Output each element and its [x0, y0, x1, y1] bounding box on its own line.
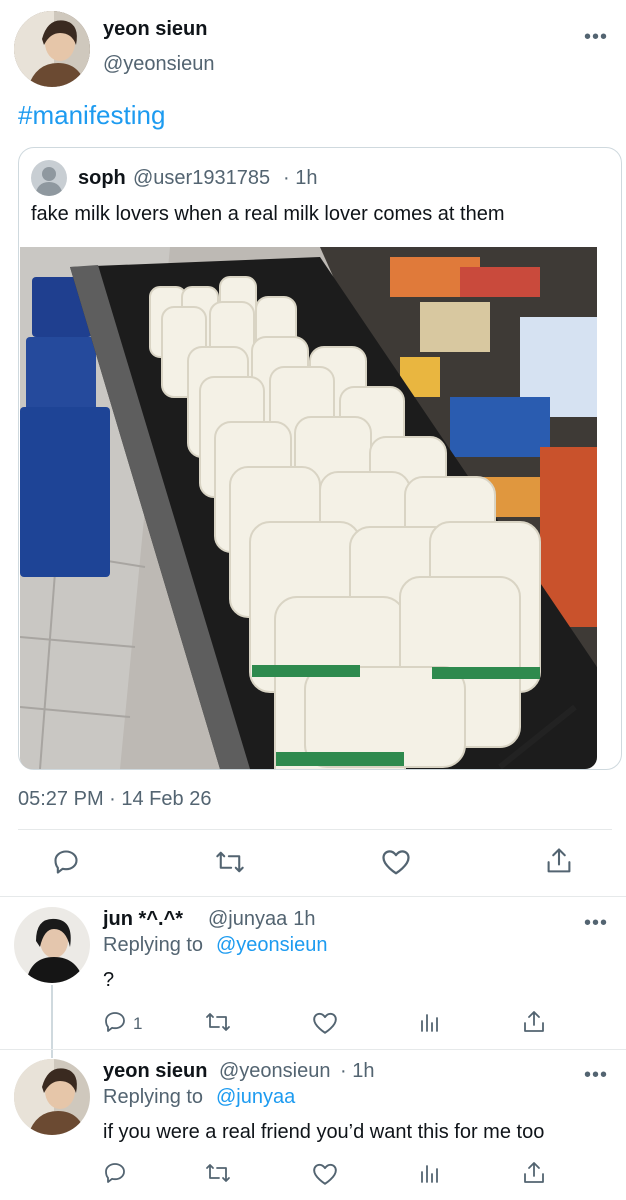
reply-handle[interactable]: @junyaa	[208, 908, 287, 931]
reply-text: ?	[103, 969, 115, 991]
quoted-text: fake milk lovers when a real milk lover …	[31, 203, 505, 225]
divider	[0, 1049, 626, 1050]
more-options-icon[interactable]: •••	[584, 913, 608, 933]
quoted-default-avatar	[31, 160, 67, 196]
reply-text: if you were a real friend you’d want thi…	[103, 1121, 545, 1143]
quoted-display-name: soph	[78, 167, 126, 189]
quoted-tweet-card[interactable]: soph @user1931785 · 1h fake milk lovers …	[18, 147, 622, 770]
reply-display-name[interactable]: jun *^.^*	[103, 908, 183, 931]
replying-to-label: Replying to	[103, 1086, 204, 1108]
share-icon[interactable]	[522, 1009, 546, 1035]
replying-to-link[interactable]: @yeonsieun	[216, 934, 327, 957]
reply-count: 1	[133, 1014, 143, 1033]
like-icon[interactable]	[381, 848, 411, 876]
retweet-icon[interactable]	[205, 1010, 231, 1034]
retweet-icon[interactable]	[205, 1161, 231, 1185]
replying-to-link[interactable]: @junyaa	[216, 1086, 295, 1109]
reply-avatar[interactable]	[14, 1059, 90, 1135]
share-icon[interactable]	[522, 1160, 546, 1186]
more-options-icon[interactable]: •••	[584, 1065, 608, 1085]
reply-icon[interactable]	[103, 1161, 127, 1185]
retweet-icon[interactable]	[215, 848, 245, 876]
quoted-handle: @user1931785	[133, 167, 271, 189]
reply-display-name[interactable]: yeon sieun	[103, 1060, 207, 1083]
reply-time: · 1h	[281, 908, 316, 930]
replying-to-label: Replying to	[103, 934, 204, 956]
like-icon[interactable]	[312, 1011, 338, 1035]
divider	[0, 896, 626, 897]
reply-avatar[interactable]	[14, 907, 90, 983]
reply-time: · 1h	[340, 1060, 375, 1082]
reply-handle[interactable]: @yeonsieun	[219, 1060, 330, 1083]
more-options-icon[interactable]: •••	[584, 27, 608, 47]
analytics-icon[interactable]	[418, 1161, 442, 1185]
tweet-timestamp[interactable]: 05:27 PM · 14 Feb 26	[18, 788, 211, 811]
analytics-icon[interactable]	[418, 1010, 442, 1034]
hashtag-link[interactable]: #manifesting	[18, 100, 165, 131]
quoted-photo[interactable]	[20, 247, 597, 769]
like-icon[interactable]	[312, 1162, 338, 1186]
reply-icon[interactable]	[52, 848, 80, 876]
reply-icon[interactable]	[103, 1010, 127, 1034]
author-display-name[interactable]: yeon sieun	[103, 18, 207, 41]
thread-line	[51, 985, 53, 1058]
author-handle[interactable]: @yeonsieun	[103, 53, 214, 76]
author-avatar[interactable]	[14, 11, 90, 87]
divider	[18, 829, 612, 830]
quoted-time: · 1h	[283, 167, 318, 189]
share-icon[interactable]	[545, 846, 573, 876]
